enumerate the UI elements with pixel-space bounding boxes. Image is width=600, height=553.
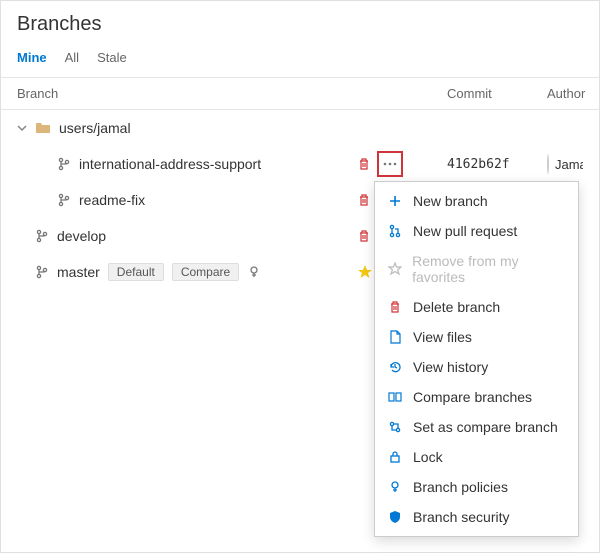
menu-remove-favorite: Remove from my favorites [375, 246, 578, 292]
folder-icon [35, 121, 51, 135]
branch-name: international-address-support [79, 156, 261, 172]
menu-label: New branch [413, 193, 488, 209]
menu-label: Compare branches [413, 389, 532, 405]
menu-label: Branch policies [413, 479, 508, 495]
compare-icon [387, 390, 403, 404]
column-commit[interactable]: Commit [447, 86, 547, 101]
branch-name: develop [57, 228, 106, 244]
shield-icon [387, 510, 403, 524]
commit-hash[interactable]: 4162b62f [447, 157, 547, 172]
context-menu: New branch New pull request Remove from … [374, 181, 579, 537]
compare-badge: Compare [172, 263, 239, 281]
avatar [547, 154, 549, 174]
menu-label: Remove from my favorites [412, 253, 566, 285]
tab-all[interactable]: All [65, 50, 79, 67]
menu-branch-security[interactable]: Branch security [375, 502, 578, 532]
menu-label: Lock [413, 449, 443, 465]
menu-new-pull-request[interactable]: New pull request [375, 216, 578, 246]
delete-icon[interactable] [357, 157, 371, 171]
policy-icon [247, 265, 261, 279]
column-author[interactable]: Author [547, 86, 585, 101]
menu-label: Set as compare branch [413, 419, 558, 435]
menu-label: View history [413, 359, 488, 375]
branch-icon [57, 157, 71, 171]
menu-compare-branches[interactable]: Compare branches [375, 382, 578, 412]
menu-label: Delete branch [413, 299, 500, 315]
tabs: Mine All Stale [1, 40, 599, 78]
chevron-down-icon[interactable] [17, 123, 27, 133]
trash-icon [387, 300, 403, 314]
plus-icon [387, 194, 403, 208]
branch-icon [35, 229, 49, 243]
default-badge: Default [108, 263, 164, 281]
menu-lock[interactable]: Lock [375, 442, 578, 472]
folder-row[interactable]: users/jamal [1, 110, 599, 146]
menu-set-compare[interactable]: Set as compare branch [375, 412, 578, 442]
branch-icon [35, 265, 49, 279]
menu-label: New pull request [413, 223, 517, 239]
menu-new-branch[interactable]: New branch [375, 186, 578, 216]
history-icon [387, 360, 403, 374]
tab-stale[interactable]: Stale [97, 50, 127, 67]
star-icon[interactable] [357, 264, 373, 280]
branch-icon [57, 193, 71, 207]
menu-label: View files [413, 329, 472, 345]
more-actions-button[interactable] [377, 151, 403, 177]
menu-delete-branch[interactable]: Delete branch [375, 292, 578, 322]
menu-branch-policies[interactable]: Branch policies [375, 472, 578, 502]
menu-view-history[interactable]: View history [375, 352, 578, 382]
set-compare-icon [387, 420, 403, 434]
branch-row-international[interactable]: international-address-support 4162b62f J… [1, 146, 599, 182]
branch-name: master [57, 264, 100, 280]
menu-view-files[interactable]: View files [375, 322, 578, 352]
lock-icon [387, 450, 403, 464]
pull-request-icon [387, 224, 403, 238]
column-branch[interactable]: Branch [17, 86, 447, 101]
file-icon [387, 330, 403, 344]
menu-label: Branch security [413, 509, 509, 525]
folder-label: users/jamal [59, 120, 131, 136]
delete-icon[interactable] [357, 193, 371, 207]
policy-icon [387, 480, 403, 494]
author-name: Jamal [555, 157, 583, 172]
delete-icon[interactable] [357, 229, 371, 243]
star-outline-icon [387, 262, 402, 276]
table-header: Branch Commit Author [1, 78, 599, 110]
page-title: Branches [17, 13, 583, 36]
branch-name: readme-fix [79, 192, 145, 208]
tab-mine[interactable]: Mine [17, 50, 47, 67]
